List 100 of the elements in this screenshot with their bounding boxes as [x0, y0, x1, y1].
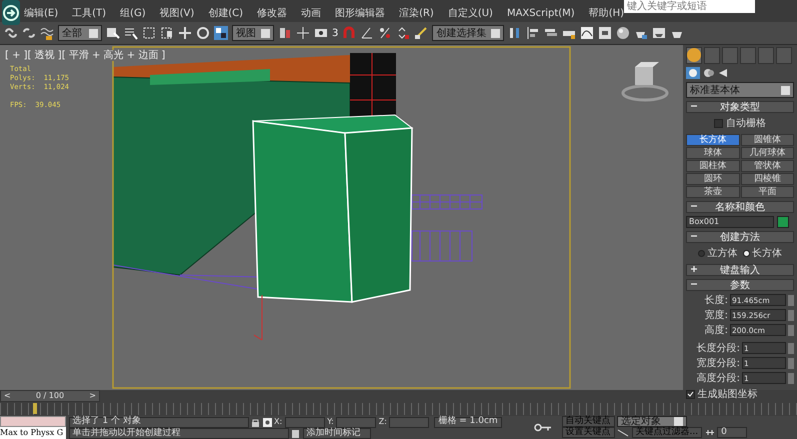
object-type-button[interactable]: 圆锥体	[740, 134, 794, 146]
link-icon[interactable]	[4, 26, 18, 40]
prompt-text: 单击并拖动以开始创建过程	[68, 428, 288, 439]
menu-item[interactable]: 图形编辑器	[335, 6, 386, 21]
object-type-button[interactable]: 管状体	[740, 160, 794, 172]
object-type-button[interactable]: 四棱锥	[740, 173, 794, 185]
object-type-button[interactable]: 几何球体	[740, 147, 794, 159]
app-logo-icon[interactable]	[2, 0, 20, 25]
key-icon[interactable]	[534, 423, 552, 432]
object-name-field[interactable]: Box001	[686, 216, 774, 228]
rollout-header[interactable]: 名称和颜色	[686, 201, 794, 213]
lock-icon[interactable]	[251, 418, 260, 426]
key-mode-dropdown[interactable]: 选定对象	[617, 416, 687, 427]
menu-item[interactable]: 工具(T)	[72, 6, 106, 21]
rotate-icon[interactable]	[196, 26, 210, 40]
viewport-label[interactable]: [ + ][ 透视 ][ 平滑 + 高光 + 边面 ]	[5, 50, 166, 61]
object-type-button[interactable]: 长方体	[686, 134, 740, 146]
time-tag-icon[interactable]	[291, 429, 300, 438]
selection-filter-dropdown[interactable]: 全部	[58, 25, 102, 41]
object-type-button[interactable]: 平面	[740, 186, 794, 198]
rollout-title: 对象类型	[720, 100, 760, 114]
menu-item[interactable]: 修改器	[257, 6, 288, 21]
rollout-header[interactable]: 键盘输入	[686, 264, 794, 276]
radio-button[interactable]	[698, 250, 705, 257]
snap-toggle[interactable]: 3	[332, 26, 338, 40]
menu-item[interactable]: 自定义(U)	[448, 6, 493, 21]
window-crossing-icon[interactable]	[160, 26, 174, 40]
checkbox[interactable]	[686, 390, 695, 399]
checkbox-label: 生成贴图坐标	[698, 388, 758, 402]
move-icon[interactable]	[178, 26, 192, 40]
grid-status: 栅格 = 1.0cm	[434, 416, 502, 428]
menu-item[interactable]: 组(G)	[120, 6, 146, 21]
sphere-icon	[687, 48, 701, 62]
percent-snap-icon[interactable]	[378, 26, 392, 40]
script-listener-field[interactable]	[0, 416, 66, 427]
search-field[interactable]: 键入关键字或短语	[624, 0, 756, 13]
angle-snap-icon[interactable]	[360, 26, 374, 40]
object-type-button[interactable]: 茶壶	[686, 186, 740, 198]
rollout-title: 名称和颜色	[715, 200, 765, 214]
select-object-icon[interactable]	[106, 26, 120, 40]
rollout-title: 创建方法	[720, 230, 760, 244]
plus-icon[interactable]	[691, 266, 697, 272]
absolute-mode-icon[interactable]	[262, 418, 272, 426]
parameter-label: 高度分段:	[696, 372, 740, 386]
minus-icon[interactable]	[691, 280, 697, 287]
menu-item[interactable]: 渲染(R)	[399, 6, 434, 21]
parameter-label: 宽度分段:	[696, 356, 740, 370]
geometry-icon[interactable]	[686, 67, 700, 79]
object-type-button[interactable]: 圆环	[686, 173, 740, 185]
edit-selection-set-icon[interactable]	[414, 26, 428, 40]
next-frame-button[interactable]: >	[86, 390, 99, 402]
checkbox-label: 自动栅格	[726, 116, 766, 131]
rollout-title: 参数	[730, 278, 750, 292]
menu-item[interactable]: 创建(C)	[208, 6, 244, 21]
spinner-snap-icon[interactable]	[396, 26, 410, 40]
menu-item[interactable]: 帮助(H)	[588, 6, 624, 21]
parameter-label: 长度:	[704, 294, 728, 308]
object-type-button[interactable]: 圆柱体	[686, 160, 740, 172]
viewcube-icon[interactable]	[622, 62, 668, 102]
coordinate-label: Y:	[327, 416, 334, 428]
lights-icon[interactable]	[717, 67, 729, 79]
previous-frame-button[interactable]: <	[1, 390, 14, 402]
select-by-name-icon[interactable]	[124, 26, 138, 40]
coordinate-field[interactable]	[336, 416, 376, 428]
rollout-title: 键盘输入	[720, 264, 760, 278]
script-output-field[interactable]: Max to Physx G	[0, 427, 66, 439]
selection-region-icon[interactable]	[142, 26, 156, 40]
align-icon[interactable]	[526, 26, 540, 40]
category-dropdown[interactable]: 标准基本体	[686, 82, 794, 98]
shapes-icon[interactable]	[702, 67, 714, 79]
minus-icon[interactable]	[691, 232, 697, 239]
scale-icon[interactable]	[214, 26, 228, 40]
coordinate-field[interactable]	[389, 416, 430, 428]
menu-item[interactable]: 动画	[301, 6, 322, 21]
color-swatch[interactable]	[776, 216, 788, 228]
frame-field[interactable]: 0	[717, 427, 748, 438]
coordinate-field[interactable]	[284, 416, 325, 428]
menu-item[interactable]: 视图(V)	[160, 6, 194, 21]
material-editor-icon[interactable]	[616, 26, 630, 40]
menu-item[interactable]: MAXScript(M)	[506, 6, 575, 21]
rollout-header[interactable]: 参数	[686, 279, 794, 291]
add-time-tag[interactable]: 添加时间标记	[302, 428, 370, 439]
curve-editor-icon[interactable]	[580, 26, 594, 40]
parameter-label: 高度:	[704, 324, 728, 338]
selection-set-dropdown[interactable]: 创建选择集	[432, 25, 504, 41]
axis-line	[254, 294, 262, 340]
rollout-header[interactable]: 对象类型	[686, 101, 794, 113]
minus-icon[interactable]	[691, 102, 697, 109]
rollout-header[interactable]: 创建方法	[686, 231, 794, 243]
minus-icon[interactable]	[691, 202, 697, 209]
reference-coord-dropdown[interactable]: 视图	[232, 25, 274, 41]
time-slider-thumb[interactable]: < 0 / 100 >	[0, 390, 100, 402]
create-tab[interactable]	[686, 47, 702, 64]
selection-status: 选择了 1 个 对象	[68, 416, 248, 428]
object-type-button[interactable]: 球体	[686, 147, 740, 159]
menu-item[interactable]: 编辑(E)	[24, 6, 58, 21]
radio-button[interactable]	[742, 250, 750, 257]
auto-grid-checkbox[interactable]	[714, 119, 724, 128]
unlink-icon[interactable]	[22, 26, 36, 40]
parameter-label: 长度分段:	[696, 342, 740, 356]
